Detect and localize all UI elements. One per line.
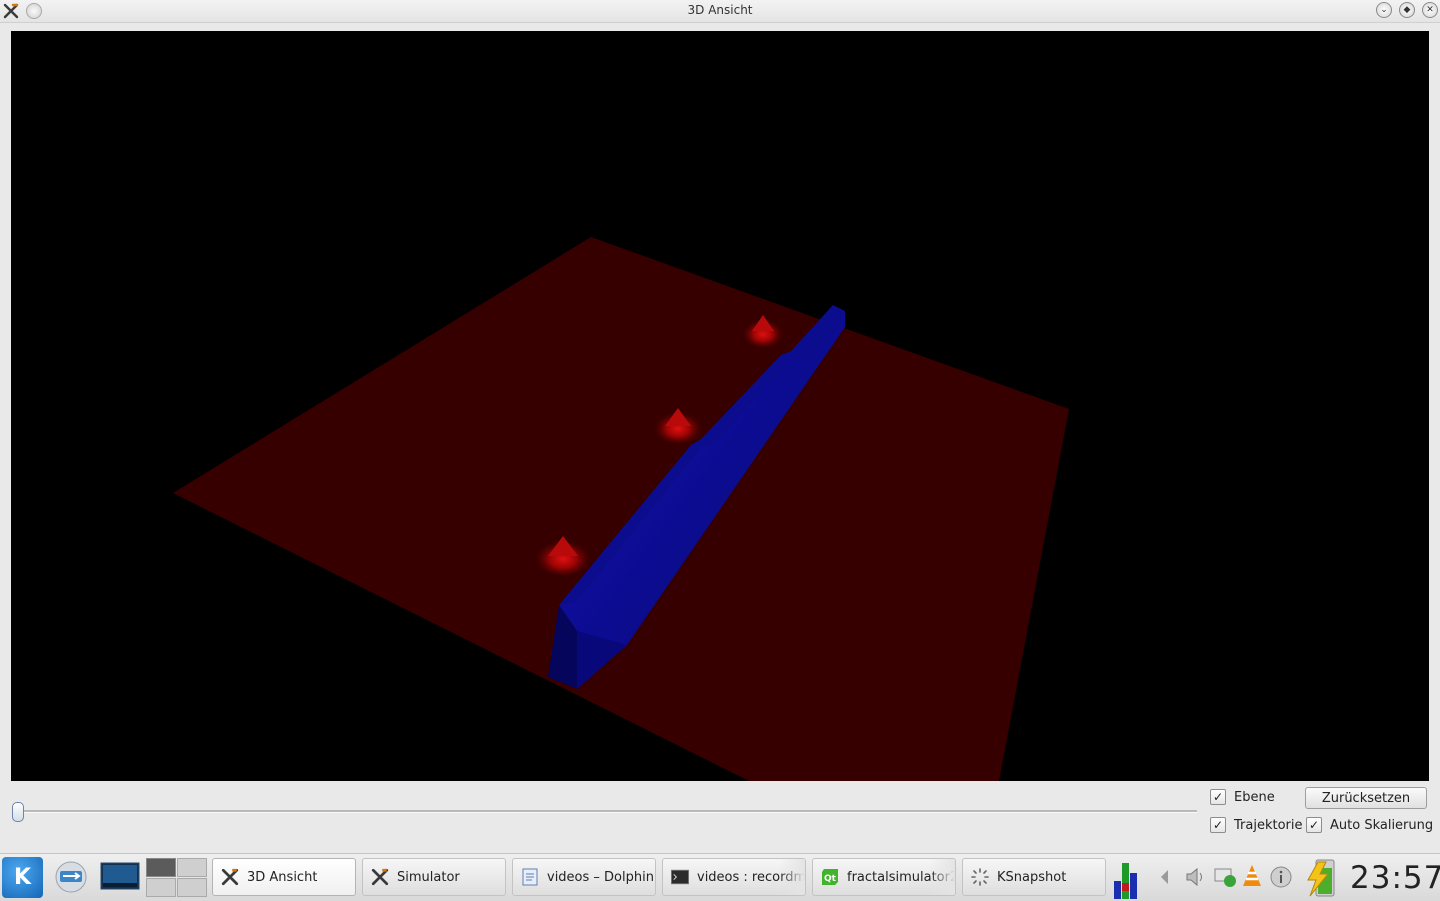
3d-scene [173,237,1069,781]
vlc-icon[interactable] [1241,864,1263,888]
task-label: Simulator [397,869,460,885]
desktop-3[interactable] [146,878,176,897]
task-terminal[interactable]: videos : recordm [662,858,806,896]
network-icon[interactable] [1213,866,1237,888]
diamond-icon: ◆ [1403,4,1411,15]
task-label: videos – Dolphin [547,869,654,885]
pager[interactable] [146,858,207,897]
volume-icon[interactable] [1184,866,1206,888]
time-slider-handle[interactable] [12,802,24,822]
x-app-icon [221,868,239,886]
task-simulator[interactable]: Simulator [362,858,506,896]
checkbox-auto-skalierung[interactable]: ✓ Auto Skalierung [1306,816,1433,834]
checkmark-icon: ✓ [1308,818,1320,832]
trajektorie-check-box[interactable]: ✓ [1210,817,1226,833]
desktop-2[interactable] [177,858,207,877]
device-notifier-icon[interactable] [54,860,88,894]
tray-expand-arrow-icon[interactable] [1158,868,1170,886]
kde-menu-button[interactable]: K [2,857,43,898]
time-slider-track[interactable] [13,810,1197,813]
terminal-icon [671,868,689,886]
close-icon: ✕ [1426,4,1434,15]
reset-button[interactable]: Zurücksetzen [1305,787,1427,809]
task-dolphin[interactable]: videos – Dolphin [512,858,656,896]
plane-surface [173,237,1069,781]
window-title: 3D Ansicht [687,3,753,17]
info-icon[interactable] [1270,866,1292,888]
ebene-label: Ebene [1234,789,1275,805]
checkbox-trajektorie[interactable]: ✓ Trajektorie [1210,816,1303,834]
3d-viewport[interactable] [11,31,1429,781]
maximize-button[interactable]: ◆ [1399,2,1415,18]
taskbar: K 3D Ansicht Simulator videos – Dolphin [0,853,1440,901]
auto-skalierung-label: Auto Skalierung [1330,817,1434,833]
ksnapshot-icon [971,868,989,886]
x-app-icon [371,868,389,886]
clock[interactable]: 23:57 [1350,860,1440,896]
checkmark-icon: ✓ [1212,790,1224,804]
ebene-check-box[interactable]: ✓ [1210,789,1226,805]
window-titlebar[interactable]: 3D Ansicht ⌄ ◆ ✕ [0,0,1440,23]
task-ksnapshot[interactable]: KSnapshot [962,858,1106,896]
task-3d-ansicht[interactable]: 3D Ansicht [212,858,356,896]
desktop-1[interactable] [146,858,176,877]
checkbox-ebene[interactable]: ✓ Ebene [1210,788,1275,806]
dolphin-file-icon [521,868,539,886]
task-qt-creator[interactable]: Qt fractalsimulator2 [812,858,956,896]
trajektorie-label: Trajektorie [1234,817,1303,833]
task-label: 3D Ansicht [247,869,318,885]
svg-text:Qt: Qt [824,874,837,884]
show-desktop-icon[interactable] [100,860,140,892]
kde-logo-icon: K [13,865,32,890]
task-label: KSnapshot [997,869,1067,885]
chevron-down-icon: ⌄ [1380,4,1388,15]
system-monitor-icon[interactable] [1112,861,1140,899]
minimize-button[interactable]: ⌄ [1376,2,1392,18]
close-button[interactable]: ✕ [1422,2,1438,18]
auto-skalierung-check-box[interactable]: ✓ [1306,817,1322,833]
qt-creator-icon: Qt [821,868,839,886]
checkmark-icon: ✓ [1212,818,1224,832]
desktop-4[interactable] [177,878,207,897]
battery-power-icon[interactable] [1302,858,1338,898]
